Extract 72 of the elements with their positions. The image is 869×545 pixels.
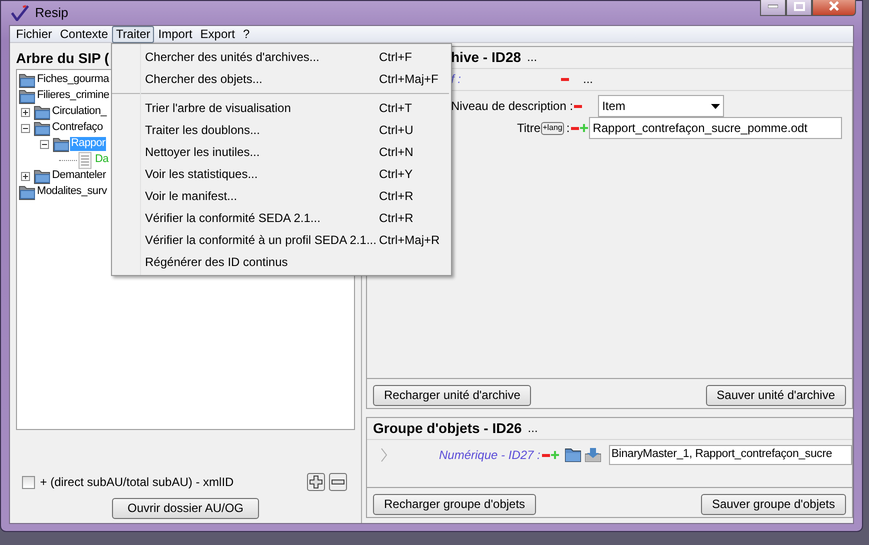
folder-icon [19, 72, 35, 88]
folder-icon[interactable] [565, 448, 582, 462]
document-icon [77, 152, 93, 168]
maximize-icon [794, 2, 804, 10]
folder-icon [34, 168, 50, 184]
object-field[interactable]: BinaryMaster_1, Rapport_contrefaçon_sucre [609, 445, 852, 465]
folder-icon [53, 136, 69, 152]
object-label: Numérique - ID27 : [439, 448, 540, 462]
reload-button[interactable]: Recharger groupe d'objets [373, 494, 536, 515]
menu-item[interactable]: Régénérer des ID continus [112, 251, 451, 273]
menu-item[interactable]: Nettoyer les inutiles... Ctrl+N [112, 141, 451, 163]
menu-item[interactable]: Voir les statistiques... Ctrl+Y [112, 163, 451, 185]
close-icon [828, 1, 840, 11]
checkbox[interactable] [22, 476, 35, 488]
tree-item[interactable]: Filieres_crimine [36, 89, 110, 103]
folder-icon [34, 120, 50, 136]
maximize-button[interactable] [786, 0, 812, 16]
title-field[interactable]: Rapport_contrefaçon_sucre_pomme.odt [588, 117, 842, 139]
menu-item[interactable]: Chercher des unités d'archives... Ctrl+F [112, 46, 451, 68]
more-indicator: ... [528, 421, 538, 436]
menu-item[interactable]: Export [196, 26, 239, 42]
menu-item[interactable]: Contexte [56, 26, 112, 42]
tree-item[interactable]: Contrefaço [51, 121, 104, 135]
collapse-icon[interactable] [40, 140, 49, 148]
expand-icon[interactable] [21, 108, 30, 116]
add-icon[interactable] [307, 473, 325, 491]
tree-item[interactable]: Modalites_surv [36, 185, 108, 199]
field-label: Niveau de description : [451, 98, 574, 114]
collapse-icon[interactable] [21, 124, 30, 132]
menu-item[interactable]: Fichier [12, 26, 56, 42]
remove-icon[interactable] [574, 104, 582, 108]
menu-item[interactable]: Vérifier la conformité SEDA 2.1... Ctrl+R [112, 207, 451, 229]
menu-item[interactable]: Trier l'arbre de visualisation Ctrl+T [112, 97, 451, 119]
tree-item[interactable]: Fiches_gourma [36, 73, 110, 87]
menu-item[interactable]: Traiter les doublons... Ctrl+U [112, 119, 451, 141]
minimize-icon [768, 4, 778, 8]
export-icon[interactable] [585, 448, 602, 462]
reload-button[interactable]: Recharger unité d'archive [373, 385, 532, 406]
menu-item[interactable]: ? [238, 26, 254, 42]
window-title: Resip [35, 5, 68, 21]
minimize-button[interactable] [760, 0, 786, 16]
folder-icon [19, 88, 35, 104]
save-button[interactable]: Sauver unité d'archive [706, 385, 846, 406]
panel-title: Arbre du SIP ( [16, 49, 110, 68]
menu-item[interactable]: Vérifier la conformité à un profil SEDA 2.1... Ctrl+Maj+R [112, 229, 451, 251]
menu-item[interactable]: Chercher des objets... Ctrl+Maj+F [112, 68, 451, 90]
open-folder-button[interactable]: Ouvrir dossier AU/OG [112, 498, 259, 519]
field-label: Titre [517, 120, 541, 136]
more-indicator: ... [583, 72, 594, 87]
save-button[interactable]: Sauver groupe d'objets [700, 494, 846, 515]
description-level-dropdown[interactable]: Item [598, 95, 724, 117]
panel-title: Groupe d'objets - ID26 [373, 420, 522, 437]
expand-icon[interactable] [21, 172, 30, 180]
remove-icon[interactable] [329, 473, 347, 491]
logo-icon [11, 5, 29, 21]
tree-item[interactable]: Demanteler [51, 169, 107, 183]
more-indicator: ... [527, 50, 538, 65]
checkbox-label: + (direct subAU/total subAU) - xmlID [40, 474, 234, 490]
caret-icon [711, 104, 720, 108]
tree-item[interactable]: Circulation_ [51, 105, 108, 119]
remove-icon[interactable] [561, 78, 570, 81]
menu-item[interactable]: Traiter [112, 26, 154, 42]
folder-icon [34, 104, 50, 120]
separator-label: : [566, 120, 570, 136]
folder-icon [19, 184, 35, 200]
remove-icon[interactable] [570, 126, 579, 130]
add-language-button[interactable]: +lang [540, 122, 564, 134]
menu-item[interactable]: Import [154, 26, 196, 42]
remove-icon[interactable] [542, 454, 550, 456]
menu-item[interactable]: Voir le manifest... Ctrl+R [112, 185, 451, 207]
close-button[interactable] [812, 0, 856, 16]
panel-title: hive - ID28 [451, 49, 522, 66]
